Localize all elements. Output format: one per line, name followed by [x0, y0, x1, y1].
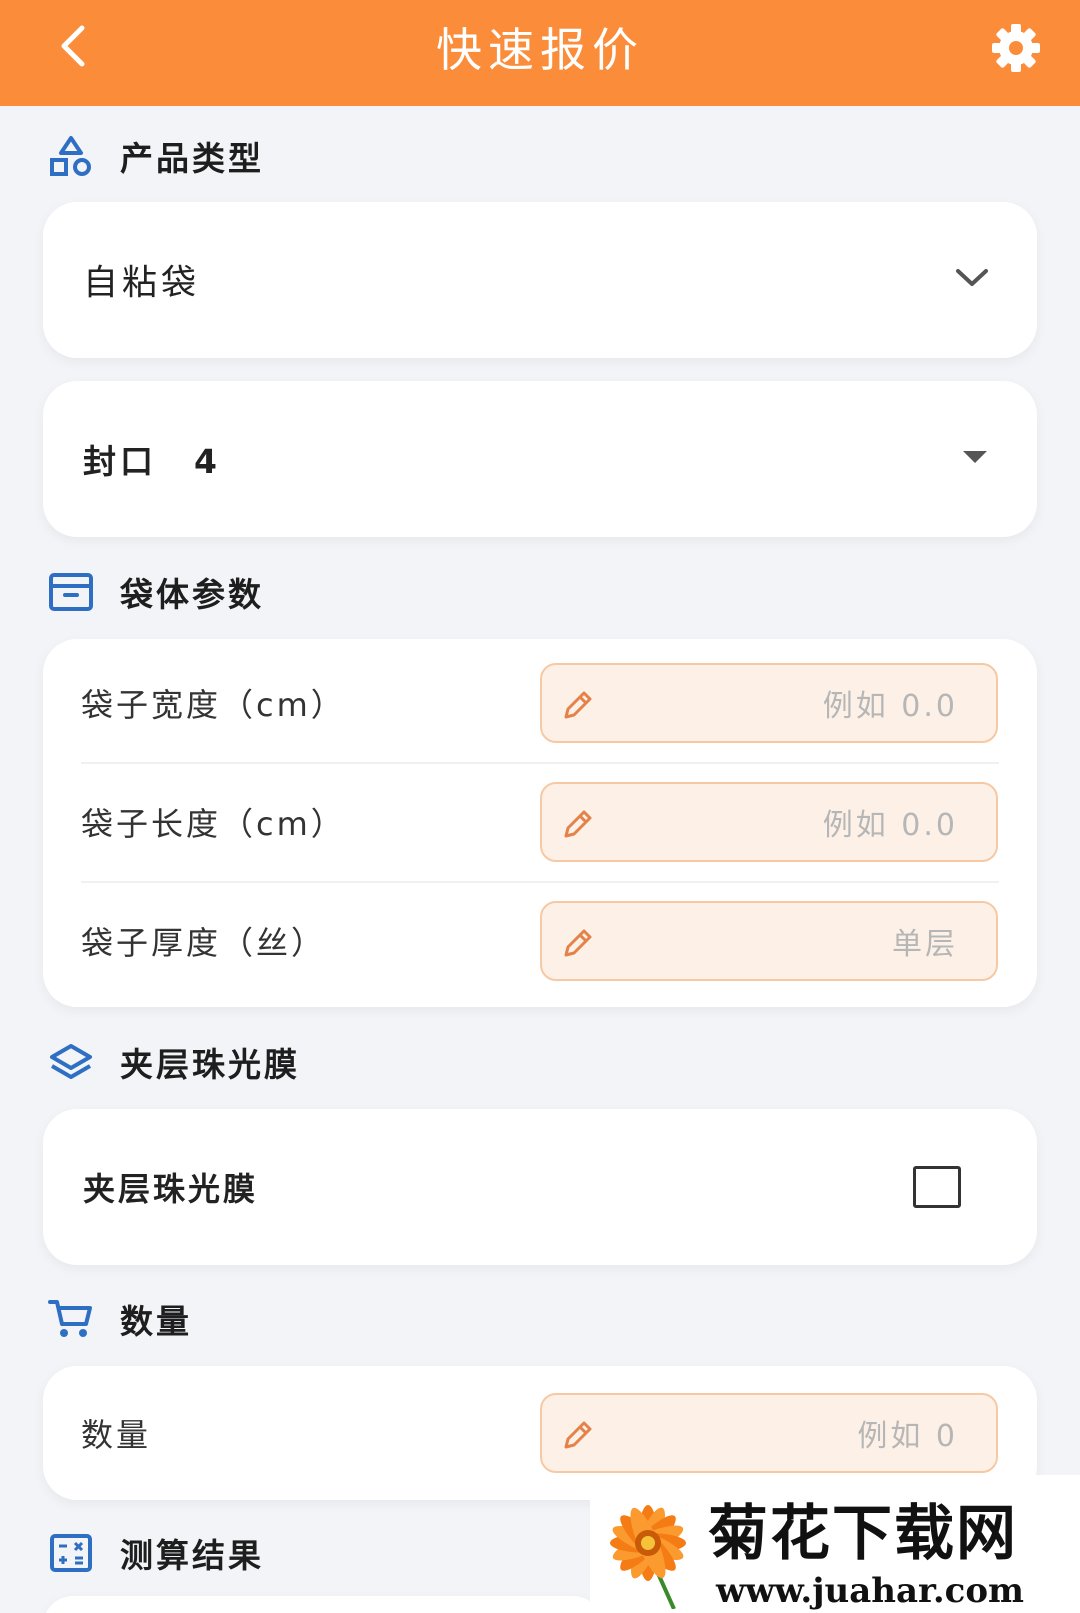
bag-width-row: 袋子宽度（cm） 例如 0.0: [43, 644, 1037, 762]
section-title: 夹层珠光膜: [120, 1045, 300, 1084]
section-bag-params: 袋体参数: [46, 564, 264, 620]
flower-logo-icon: [590, 1481, 708, 1610]
calculator-icon: [46, 1528, 96, 1578]
section-product-type: 产品类型: [46, 128, 264, 184]
bag-thickness-input[interactable]: 单层: [540, 901, 998, 981]
top-bar: 快速报价: [0, 0, 1080, 106]
pearl-film-checkbox[interactable]: [913, 1166, 961, 1208]
bag-thickness-label: 袋子厚度（丝）: [81, 924, 327, 962]
bag-width-placeholder: 例如 0.0: [822, 689, 958, 724]
pencil-icon: [560, 925, 596, 961]
page-title: 快速报价: [436, 23, 644, 77]
shapes-icon: [46, 131, 96, 181]
pearl-film-card: 夹层珠光膜: [43, 1109, 1037, 1265]
bag-width-label: 袋子宽度（cm）: [81, 686, 346, 724]
cart-icon: [46, 1294, 96, 1344]
bag-thickness-row: 袋子厚度（丝） 单层: [43, 882, 1037, 1000]
result-card: [43, 1596, 603, 1613]
section-title: 产品类型: [120, 139, 264, 178]
bag-length-label: 袋子长度（cm）: [81, 805, 346, 843]
bag-thickness-placeholder: 单层: [892, 927, 958, 962]
bag-length-row: 袋子长度（cm） 例如 0.0: [43, 763, 1037, 881]
pencil-icon: [560, 806, 596, 842]
watermark-url: www.juahar.com: [716, 1571, 1025, 1611]
product-type-select[interactable]: 自粘袋: [43, 202, 1037, 358]
section-quantity: 数量: [46, 1291, 192, 1347]
quantity-label: 数量: [81, 1416, 152, 1454]
watermark: 菊花下载网 www.juahar.com: [590, 1475, 1080, 1613]
bag-width-input[interactable]: 例如 0.0: [540, 663, 998, 743]
product-type-value: 自粘袋: [83, 263, 201, 304]
section-pearl-film: 夹层珠光膜: [46, 1034, 300, 1090]
bag-length-placeholder: 例如 0.0: [822, 808, 958, 843]
section-result: 测算结果: [46, 1525, 264, 1581]
layers-icon: [46, 1037, 96, 1087]
archive-box-icon: [46, 567, 96, 617]
bag-length-input[interactable]: 例如 0.0: [540, 782, 998, 862]
seal-value: 封口 4: [83, 442, 221, 481]
pencil-icon: [560, 1417, 596, 1453]
section-title: 袋体参数: [120, 575, 264, 614]
section-title: 测算结果: [120, 1536, 264, 1575]
section-title: 数量: [120, 1302, 192, 1341]
seal-select[interactable]: 封口 4: [43, 381, 1037, 537]
caret-down-icon: [961, 449, 989, 469]
gear-icon[interactable]: [990, 22, 1042, 74]
watermark-title: 菊花下载网: [708, 1499, 1018, 1569]
quantity-input[interactable]: 例如 0: [540, 1393, 998, 1473]
chevron-down-icon: [955, 268, 989, 292]
bag-params-card: 袋子宽度（cm） 例如 0.0 袋子长度（cm） 例如 0.0 袋子厚度（丝） …: [43, 639, 1037, 1007]
quantity-placeholder: 例如 0: [857, 1419, 958, 1454]
pencil-icon: [560, 687, 596, 723]
pearl-film-label: 夹层珠光膜: [83, 1170, 259, 1208]
